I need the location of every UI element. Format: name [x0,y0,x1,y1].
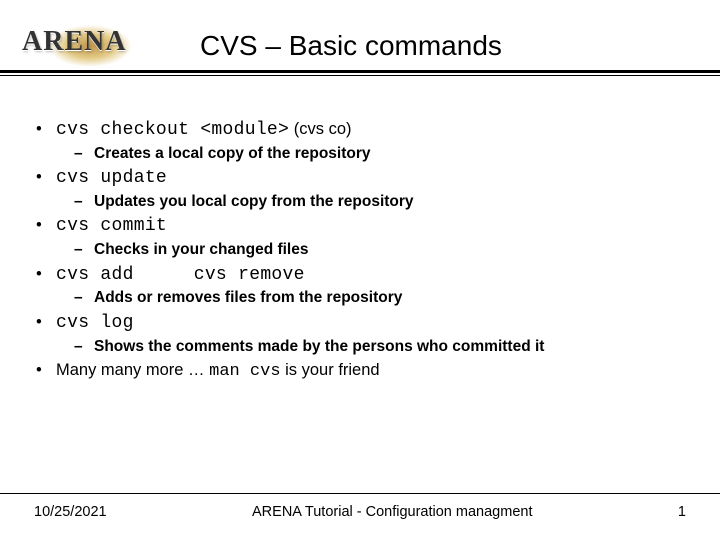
last-line-pre: Many many more … [56,361,209,379]
bullet-item: cvs commit [34,214,686,239]
divider-thin [0,75,720,76]
sub-bullet: Adds or removes files from the repositor… [34,287,686,308]
bullet-item: cvs checkout <module> (cvs co) [34,118,686,143]
command-text: cvs log [56,313,134,333]
command-text: cvs checkout <module> [56,120,289,140]
footer-rule [0,493,720,494]
arena-logo: ARENA [22,26,127,58]
footer-page: 1 [678,504,686,520]
slide-header: ARENA CVS – Basic commands [0,0,720,88]
footer-center: ARENA Tutorial - Configuration managment [107,504,678,520]
command-suffix: (cvs co) [294,120,352,138]
bullet-item-last: Many many more … man cvs is your friend [34,359,686,383]
divider-thick [0,70,720,73]
bullet-item: cvs update [34,166,686,191]
slide-footer: 10/25/2021 ARENA Tutorial - Configuratio… [0,504,720,520]
command-text: cvs update [56,168,167,188]
last-line-cmd: man cvs [209,362,280,381]
bullet-item: cvs add cvs remove [34,263,686,288]
sub-bullet: Updates you local copy from the reposito… [34,191,686,212]
footer-date: 10/25/2021 [34,504,107,520]
command-text-2: cvs remove [194,265,305,285]
sub-bullet: Checks in your changed files [34,239,686,260]
slide-body: cvs checkout <module> (cvs co) Creates a… [0,88,720,383]
bullet-item: cvs log [34,311,686,336]
sub-bullet: Creates a local copy of the repository [34,143,686,164]
command-text: cvs commit [56,216,167,236]
sub-bullet: Shows the comments made by the persons w… [34,336,686,357]
command-text: cvs add [56,265,134,285]
last-line-post: is your friend [281,361,380,379]
